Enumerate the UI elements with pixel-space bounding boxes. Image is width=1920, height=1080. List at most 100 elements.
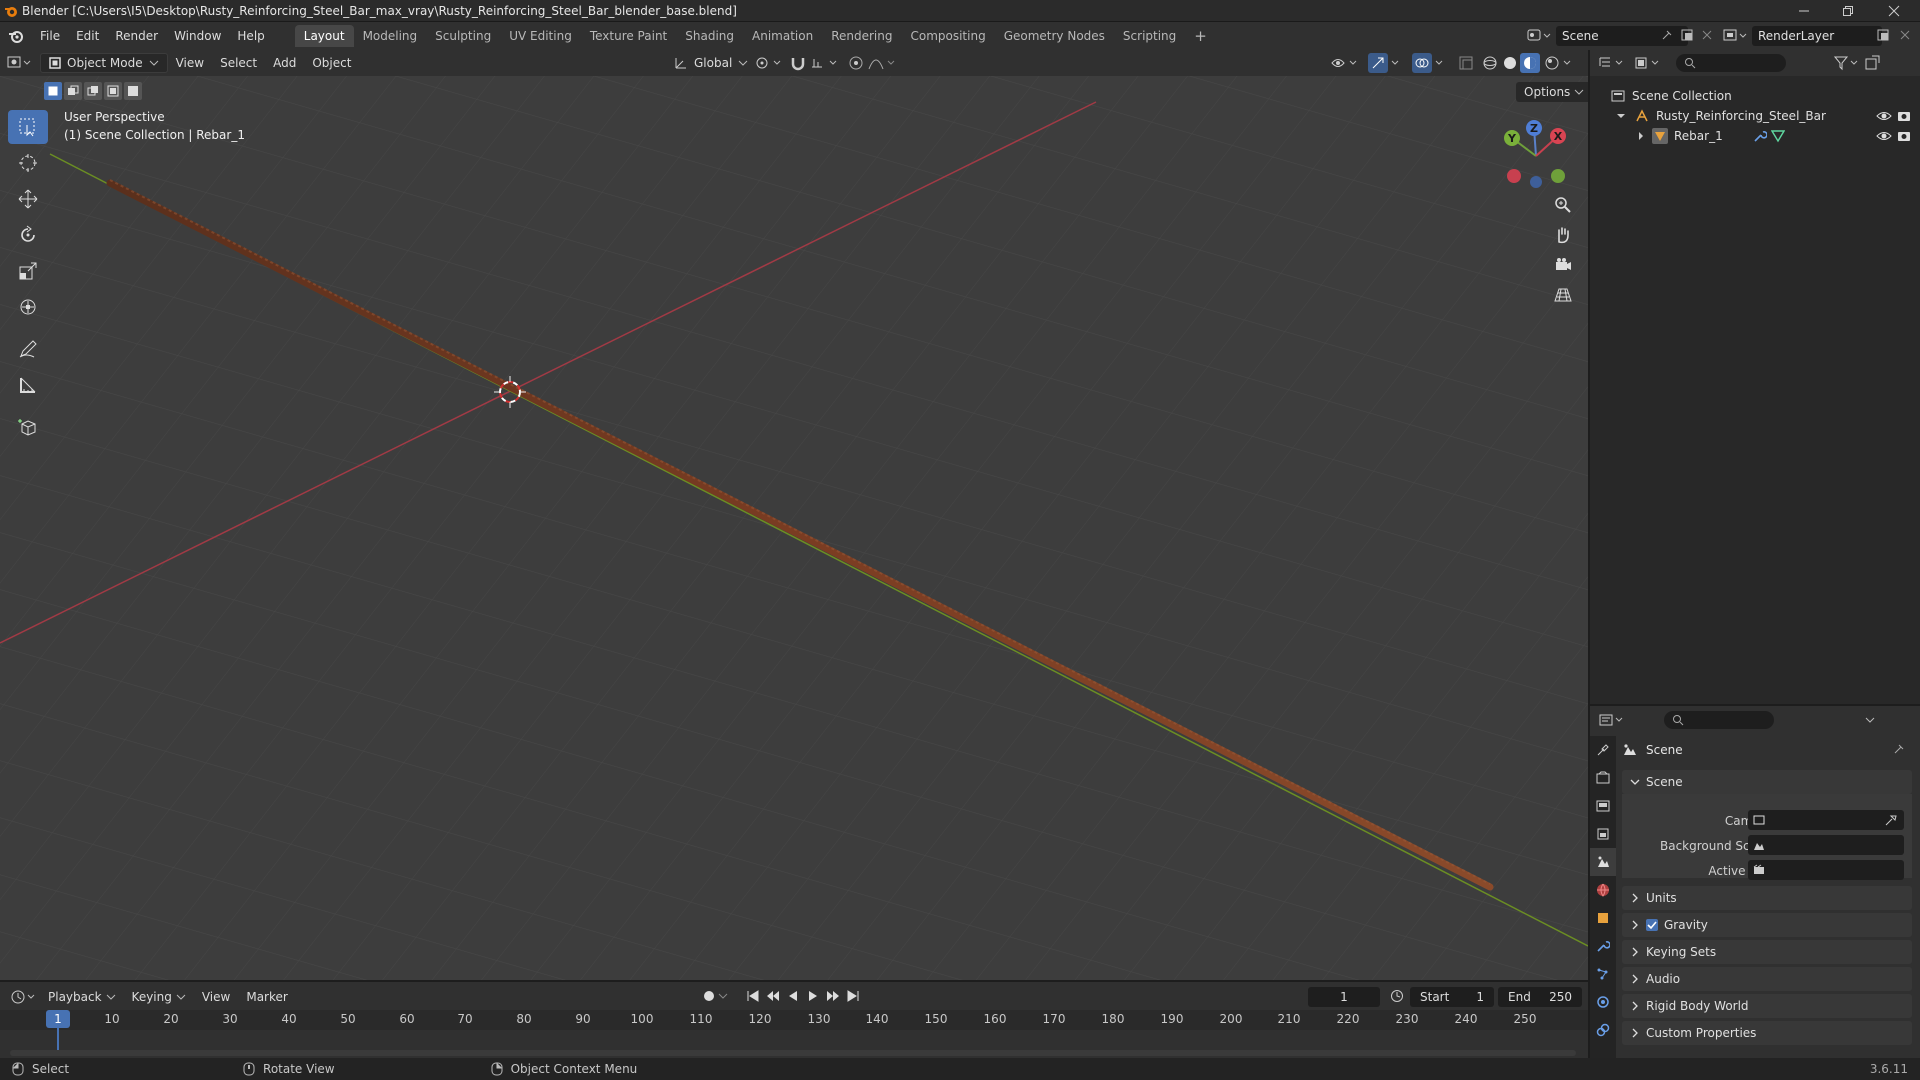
select-new-icon[interactable] [44,82,62,100]
measure-tool[interactable] [8,368,48,402]
tab-world-icon[interactable] [1590,876,1616,904]
tab-rendering[interactable]: Rendering [822,25,901,47]
tab-view-layer-icon[interactable] [1590,820,1616,848]
eyedropper-icon[interactable] [1884,813,1898,827]
menu-add[interactable]: Add [265,53,304,73]
playback-menu[interactable]: Playback [40,987,124,1007]
tab-shading[interactable]: Shading [676,25,743,47]
solid-shading-icon[interactable] [1502,55,1518,71]
record-keyframe-icon[interactable] [702,989,716,1003]
collapse-arrow-icon[interactable] [1616,111,1626,121]
gravity-checkbox[interactable] [1646,919,1658,931]
tab-layout[interactable]: Layout [294,25,354,47]
properties-editor-type-icon[interactable] [1598,712,1628,728]
cursor-tool[interactable] [8,146,48,180]
properties-options-icon[interactable] [1864,714,1876,726]
timeline-view-menu[interactable]: View [194,987,238,1007]
navigation-gizmo[interactable]: Z Y X [1496,116,1576,196]
snap-target-icon[interactable] [810,55,840,71]
snap-magnet-icon[interactable] [790,55,806,71]
add-workspace-button[interactable]: + [1185,25,1216,47]
panel-scene-header[interactable]: Scene [1622,770,1912,794]
play-reverse-icon[interactable] [786,989,800,1003]
tab-scripting[interactable]: Scripting [1114,25,1185,47]
new-collection-icon[interactable] [1864,55,1880,71]
tab-sculpting[interactable]: Sculpting [426,25,500,47]
editor-type-icon[interactable] [0,54,40,72]
tab-modeling[interactable]: Modeling [354,25,427,47]
tab-animation[interactable]: Animation [743,25,822,47]
visibility-eye-icon[interactable] [1876,108,1892,124]
wireframe-shading-icon[interactable] [1482,55,1498,71]
modifier-wrench-icon[interactable] [1753,129,1767,143]
tab-modifiers-icon[interactable] [1590,932,1616,960]
proportional-editing-icon[interactable] [848,55,864,71]
panel-units[interactable]: Units [1622,886,1912,910]
outliner-editor-type-icon[interactable] [1598,55,1628,71]
close-button[interactable] [1872,0,1916,22]
panel-audio[interactable]: Audio [1622,967,1912,991]
jump-next-keyframe-icon[interactable] [826,989,840,1003]
transform-tool[interactable] [8,290,48,324]
options-dropdown[interactable]: Options [1516,82,1588,102]
tab-uv-editing[interactable]: UV Editing [500,25,581,47]
gizmo-toggle-icon[interactable] [1368,53,1388,73]
auto-keying-dropdown-icon[interactable] [718,989,728,1003]
select-intersect-icon[interactable] [124,82,142,100]
blender-menu-icon[interactable] [0,28,32,44]
mesh-data-icon[interactable] [1770,129,1785,143]
preview-range-clock-icon[interactable] [1390,989,1404,1003]
new-view-layer-icon[interactable] [1876,28,1890,42]
current-frame-field[interactable]: 1 [1308,987,1380,1007]
pan-hand-icon[interactable] [1550,222,1576,248]
pivot-point-icon[interactable] [754,55,784,71]
material-preview-shading-icon[interactable] [1520,53,1540,73]
shading-dropdown-icon[interactable] [1562,55,1574,71]
delete-view-layer-icon[interactable] [1898,28,1912,42]
tab-texture-paint[interactable]: Texture Paint [581,25,676,47]
render-camera-icon[interactable] [1896,128,1912,144]
panel-gravity[interactable]: Gravity [1622,913,1912,937]
tab-compositing[interactable]: Compositing [901,25,994,47]
render-camera-icon[interactable] [1896,108,1912,124]
panel-keying-sets[interactable]: Keying Sets [1622,940,1912,964]
tab-constraints-icon[interactable] [1590,1016,1616,1044]
outliner-row-rebar[interactable]: Rebar_1 [1590,126,1920,146]
end-frame-field[interactable]: End 250 [1498,987,1582,1007]
menu-render[interactable]: Render [107,25,166,47]
minimize-button[interactable] [1782,0,1826,22]
tab-scene-icon[interactable] [1590,848,1616,876]
maximize-button[interactable] [1826,0,1870,22]
rendered-shading-icon[interactable] [1544,55,1560,71]
menu-edit[interactable]: Edit [68,25,107,47]
annotate-tool[interactable] [8,332,48,366]
falloff-icon[interactable] [868,55,898,71]
3d-viewport[interactable]: User Perspective (1) Scene Collection | … [0,76,1588,980]
tab-particles-icon[interactable] [1590,960,1616,988]
select-extend-icon[interactable] [64,82,82,100]
delete-scene-icon[interactable] [1700,28,1714,42]
overlays-toggle-icon[interactable] [1412,53,1432,73]
jump-start-icon[interactable] [746,989,760,1003]
jump-end-icon[interactable] [846,989,860,1003]
gizmo-dropdown-icon[interactable] [1390,55,1402,71]
scale-tool[interactable] [8,254,48,288]
menu-window[interactable]: Window [166,25,229,47]
overlays-dropdown-icon[interactable] [1434,55,1446,71]
tab-geometry-nodes[interactable]: Geometry Nodes [995,25,1114,47]
play-icon[interactable] [806,989,820,1003]
xray-toggle-icon[interactable] [1458,55,1474,71]
tab-tool-icon[interactable] [1590,736,1616,764]
menu-file[interactable]: File [32,25,68,47]
menu-object[interactable]: Object [304,53,359,73]
add-cube-tool[interactable] [8,410,48,444]
panel-rigid-body-world[interactable]: Rigid Body World [1622,994,1912,1018]
jump-prev-keyframe-icon[interactable] [766,989,780,1003]
outliner-row-scene-collection[interactable]: Scene Collection [1590,86,1920,106]
mode-dropdown[interactable]: Object Mode [40,53,168,73]
move-tool[interactable] [8,182,48,216]
timeline-editor-type-icon[interactable] [10,989,40,1005]
visibility-eye-icon[interactable] [1876,128,1892,144]
panel-custom-properties[interactable]: Custom Properties [1622,1021,1912,1045]
timeline-scrollbar[interactable] [10,1050,1576,1056]
